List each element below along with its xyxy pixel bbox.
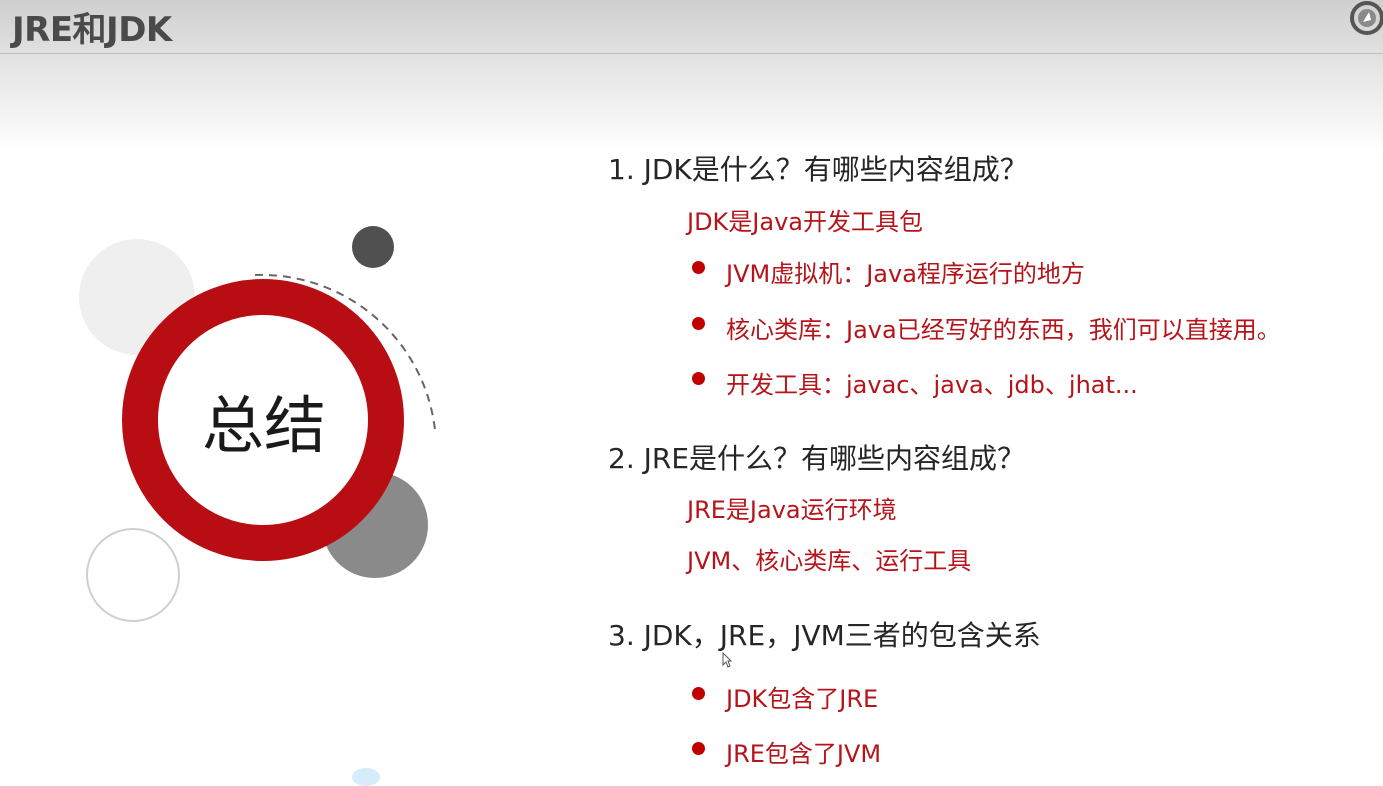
decorative-mark: [352, 768, 380, 786]
mouse-cursor-icon: [722, 651, 733, 668]
slide-header: [0, 0, 1383, 150]
bullet-jdk-contains-jre: JDK包含了JRE: [726, 685, 879, 713]
slide-title: JRE和JDK: [12, 10, 172, 50]
question-1: 1. JDK是什么？有哪些内容组成？: [608, 153, 1028, 186]
bullet-jre-contains-jvm: JRE包含了JVM: [726, 740, 882, 768]
bullet-core-library: 核心类库：Java已经写好的东西，我们可以直接用。: [726, 316, 1281, 344]
bullet-jvm: JVM虚拟机：Java程序运行的地方: [726, 260, 1085, 288]
answer-2b: JVM、核心类库、运行工具: [687, 547, 972, 575]
logo-icon: [1343, 0, 1383, 40]
bullet-dot-icon: [692, 261, 705, 274]
answer-1: JDK是Java开发工具包: [687, 208, 923, 236]
answer-2a: JRE是Java运行环境: [687, 496, 897, 524]
bullet-dot-icon: [692, 742, 705, 755]
bullet-dot-icon: [692, 372, 705, 385]
bullet-dot-icon: [692, 687, 705, 700]
bullet-dev-tools: 开发工具：javac、java、jdb、jhat...: [726, 371, 1138, 399]
header-divider: [0, 53, 1383, 54]
question-3: 3. JDK，JRE，JVM三者的包含关系: [608, 619, 1041, 652]
bullet-dot-icon: [692, 317, 705, 330]
question-2: 2. JRE是什么？有哪些内容组成？: [608, 442, 1026, 475]
summary-label: 总结: [201, 389, 326, 462]
